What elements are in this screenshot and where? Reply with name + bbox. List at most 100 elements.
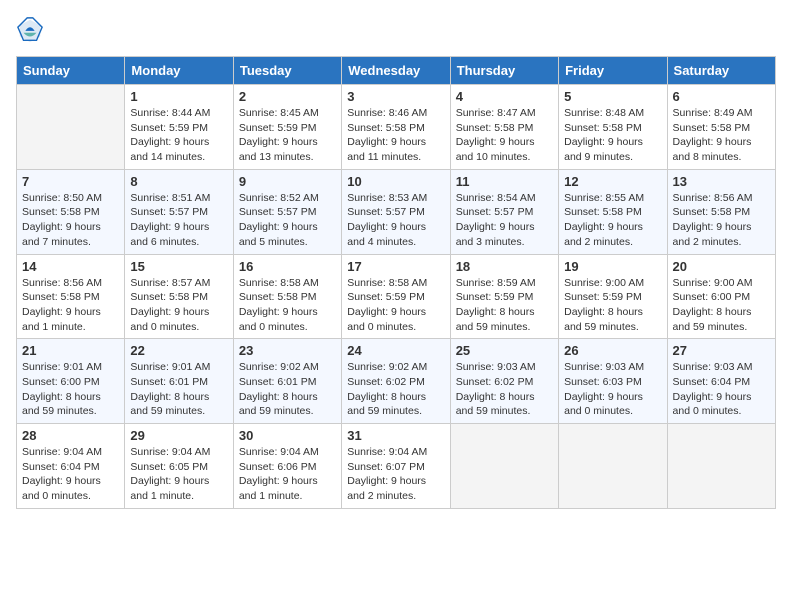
day-info: Sunrise: 8:58 AM Sunset: 5:58 PM Dayligh… [239, 276, 336, 335]
day-info: Sunrise: 9:04 AM Sunset: 6:04 PM Dayligh… [22, 445, 119, 504]
week-row-5: 28 Sunrise: 9:04 AM Sunset: 6:04 PM Dayli… [17, 424, 776, 509]
day-number: 16 [239, 259, 336, 274]
day-info: Sunrise: 9:02 AM Sunset: 6:02 PM Dayligh… [347, 360, 444, 419]
day-info: Sunrise: 8:54 AM Sunset: 5:57 PM Dayligh… [456, 191, 553, 250]
calendar-cell: 4 Sunrise: 8:47 AM Sunset: 5:58 PM Daylig… [450, 85, 558, 170]
calendar-cell: 17 Sunrise: 8:58 AM Sunset: 5:59 PM Dayli… [342, 254, 450, 339]
day-info: Sunrise: 8:49 AM Sunset: 5:58 PM Dayligh… [673, 106, 770, 165]
day-number: 23 [239, 343, 336, 358]
day-info: Sunrise: 9:03 AM Sunset: 6:03 PM Dayligh… [564, 360, 661, 419]
calendar-cell: 28 Sunrise: 9:04 AM Sunset: 6:04 PM Dayli… [17, 424, 125, 509]
day-info: Sunrise: 8:55 AM Sunset: 5:58 PM Dayligh… [564, 191, 661, 250]
calendar-cell: 10 Sunrise: 8:53 AM Sunset: 5:57 PM Dayli… [342, 169, 450, 254]
calendar-body: 1Sunrise: 8:44 AM Sunset: 5:59 PM Daylig… [17, 85, 776, 509]
day-info: Sunrise: 8:56 AM Sunset: 5:58 PM Dayligh… [22, 276, 119, 335]
day-number: 15 [130, 259, 227, 274]
calendar-cell: 21 Sunrise: 9:01 AM Sunset: 6:00 PM Dayli… [17, 339, 125, 424]
day-info: Sunrise: 9:00 AM Sunset: 5:59 PM Dayligh… [564, 276, 661, 335]
day-info: Sunrise: 8:46 AM Sunset: 5:58 PM Dayligh… [347, 106, 444, 165]
calendar-cell: 7Sunrise: 8:50 AM Sunset: 5:58 PM Daylig… [17, 169, 125, 254]
calendar-cell: 15Sunrise: 8:57 AM Sunset: 5:58 PM Dayli… [125, 254, 233, 339]
calendar-cell: 6 Sunrise: 8:49 AM Sunset: 5:58 PM Daylig… [667, 85, 775, 170]
week-row-4: 21 Sunrise: 9:01 AM Sunset: 6:00 PM Dayli… [17, 339, 776, 424]
day-info: Sunrise: 9:04 AM Sunset: 6:06 PM Dayligh… [239, 445, 336, 504]
day-number: 25 [456, 343, 553, 358]
calendar-cell: 19 Sunrise: 9:00 AM Sunset: 5:59 PM Dayli… [559, 254, 667, 339]
calendar-cell: 20Sunrise: 9:00 AM Sunset: 6:00 PM Dayli… [667, 254, 775, 339]
day-number: 24 [347, 343, 444, 358]
calendar-cell: 31 Sunrise: 9:04 AM Sunset: 6:07 PM Dayli… [342, 424, 450, 509]
day-number: 29 [130, 428, 227, 443]
day-number: 2 [239, 89, 336, 104]
day-number: 5 [564, 89, 661, 104]
calendar-cell: 2 Sunrise: 8:45 AM Sunset: 5:59 PM Daylig… [233, 85, 341, 170]
day-number: 19 [564, 259, 661, 274]
day-info: Sunrise: 8:58 AM Sunset: 5:59 PM Dayligh… [347, 276, 444, 335]
day-number: 27 [673, 343, 770, 358]
logo-icon [16, 16, 44, 44]
day-info: Sunrise: 9:02 AM Sunset: 6:01 PM Dayligh… [239, 360, 336, 419]
day-number: 17 [347, 259, 444, 274]
calendar-cell: 13Sunrise: 8:56 AM Sunset: 5:58 PM Dayli… [667, 169, 775, 254]
day-number: 6 [673, 89, 770, 104]
calendar-cell: 14 Sunrise: 8:56 AM Sunset: 5:58 PM Dayli… [17, 254, 125, 339]
calendar-header: SundayMondayTuesdayWednesdayThursdayFrid… [17, 57, 776, 85]
calendar-cell: 24 Sunrise: 9:02 AM Sunset: 6:02 PM Dayli… [342, 339, 450, 424]
calendar-cell: 11 Sunrise: 8:54 AM Sunset: 5:57 PM Dayli… [450, 169, 558, 254]
day-info: Sunrise: 9:04 AM Sunset: 6:05 PM Dayligh… [130, 445, 227, 504]
day-number: 11 [456, 174, 553, 189]
day-info: Sunrise: 8:44 AM Sunset: 5:59 PM Dayligh… [130, 106, 227, 165]
calendar-cell: 1Sunrise: 8:44 AM Sunset: 5:59 PM Daylig… [125, 85, 233, 170]
day-info: Sunrise: 8:59 AM Sunset: 5:59 PM Dayligh… [456, 276, 553, 335]
calendar-cell [667, 424, 775, 509]
weekday-header-sunday: Sunday [17, 57, 125, 85]
page-header [16, 16, 776, 44]
day-number: 4 [456, 89, 553, 104]
calendar-cell: 3 Sunrise: 8:46 AM Sunset: 5:58 PM Daylig… [342, 85, 450, 170]
day-info: Sunrise: 8:52 AM Sunset: 5:57 PM Dayligh… [239, 191, 336, 250]
logo [16, 16, 48, 44]
calendar-cell: 30 Sunrise: 9:04 AM Sunset: 6:06 PM Dayli… [233, 424, 341, 509]
day-info: Sunrise: 9:03 AM Sunset: 6:02 PM Dayligh… [456, 360, 553, 419]
day-number: 14 [22, 259, 119, 274]
day-number: 10 [347, 174, 444, 189]
day-info: Sunrise: 8:47 AM Sunset: 5:58 PM Dayligh… [456, 106, 553, 165]
calendar-cell: 23 Sunrise: 9:02 AM Sunset: 6:01 PM Dayli… [233, 339, 341, 424]
day-info: Sunrise: 9:01 AM Sunset: 6:00 PM Dayligh… [22, 360, 119, 419]
day-info: Sunrise: 9:01 AM Sunset: 6:01 PM Dayligh… [130, 360, 227, 419]
day-info: Sunrise: 8:51 AM Sunset: 5:57 PM Dayligh… [130, 191, 227, 250]
day-number: 7 [22, 174, 119, 189]
day-number: 28 [22, 428, 119, 443]
calendar-cell: 25 Sunrise: 9:03 AM Sunset: 6:02 PM Dayli… [450, 339, 558, 424]
day-number: 3 [347, 89, 444, 104]
calendar-cell: 27Sunrise: 9:03 AM Sunset: 6:04 PM Dayli… [667, 339, 775, 424]
calendar-cell: 9Sunrise: 8:52 AM Sunset: 5:57 PM Daylig… [233, 169, 341, 254]
weekday-header-friday: Friday [559, 57, 667, 85]
day-number: 21 [22, 343, 119, 358]
day-info: Sunrise: 8:45 AM Sunset: 5:59 PM Dayligh… [239, 106, 336, 165]
weekday-header-tuesday: Tuesday [233, 57, 341, 85]
weekday-header-thursday: Thursday [450, 57, 558, 85]
weekday-header-row: SundayMondayTuesdayWednesdayThursdayFrid… [17, 57, 776, 85]
day-info: Sunrise: 8:56 AM Sunset: 5:58 PM Dayligh… [673, 191, 770, 250]
week-row-2: 7Sunrise: 8:50 AM Sunset: 5:58 PM Daylig… [17, 169, 776, 254]
day-number: 31 [347, 428, 444, 443]
calendar-table: SundayMondayTuesdayWednesdayThursdayFrid… [16, 56, 776, 509]
calendar-cell: 26Sunrise: 9:03 AM Sunset: 6:03 PM Dayli… [559, 339, 667, 424]
calendar-cell: 29 Sunrise: 9:04 AM Sunset: 6:05 PM Dayli… [125, 424, 233, 509]
calendar-cell: 12 Sunrise: 8:55 AM Sunset: 5:58 PM Dayli… [559, 169, 667, 254]
day-info: Sunrise: 8:53 AM Sunset: 5:57 PM Dayligh… [347, 191, 444, 250]
day-info: Sunrise: 9:04 AM Sunset: 6:07 PM Dayligh… [347, 445, 444, 504]
calendar-cell [17, 85, 125, 170]
day-number: 22 [130, 343, 227, 358]
day-info: Sunrise: 9:00 AM Sunset: 6:00 PM Dayligh… [673, 276, 770, 335]
weekday-header-monday: Monday [125, 57, 233, 85]
week-row-3: 14 Sunrise: 8:56 AM Sunset: 5:58 PM Dayli… [17, 254, 776, 339]
day-info: Sunrise: 8:48 AM Sunset: 5:58 PM Dayligh… [564, 106, 661, 165]
week-row-1: 1Sunrise: 8:44 AM Sunset: 5:59 PM Daylig… [17, 85, 776, 170]
weekday-header-wednesday: Wednesday [342, 57, 450, 85]
calendar-cell: 22 Sunrise: 9:01 AM Sunset: 6:01 PM Dayli… [125, 339, 233, 424]
day-number: 12 [564, 174, 661, 189]
day-number: 30 [239, 428, 336, 443]
calendar-cell: 8Sunrise: 8:51 AM Sunset: 5:57 PM Daylig… [125, 169, 233, 254]
